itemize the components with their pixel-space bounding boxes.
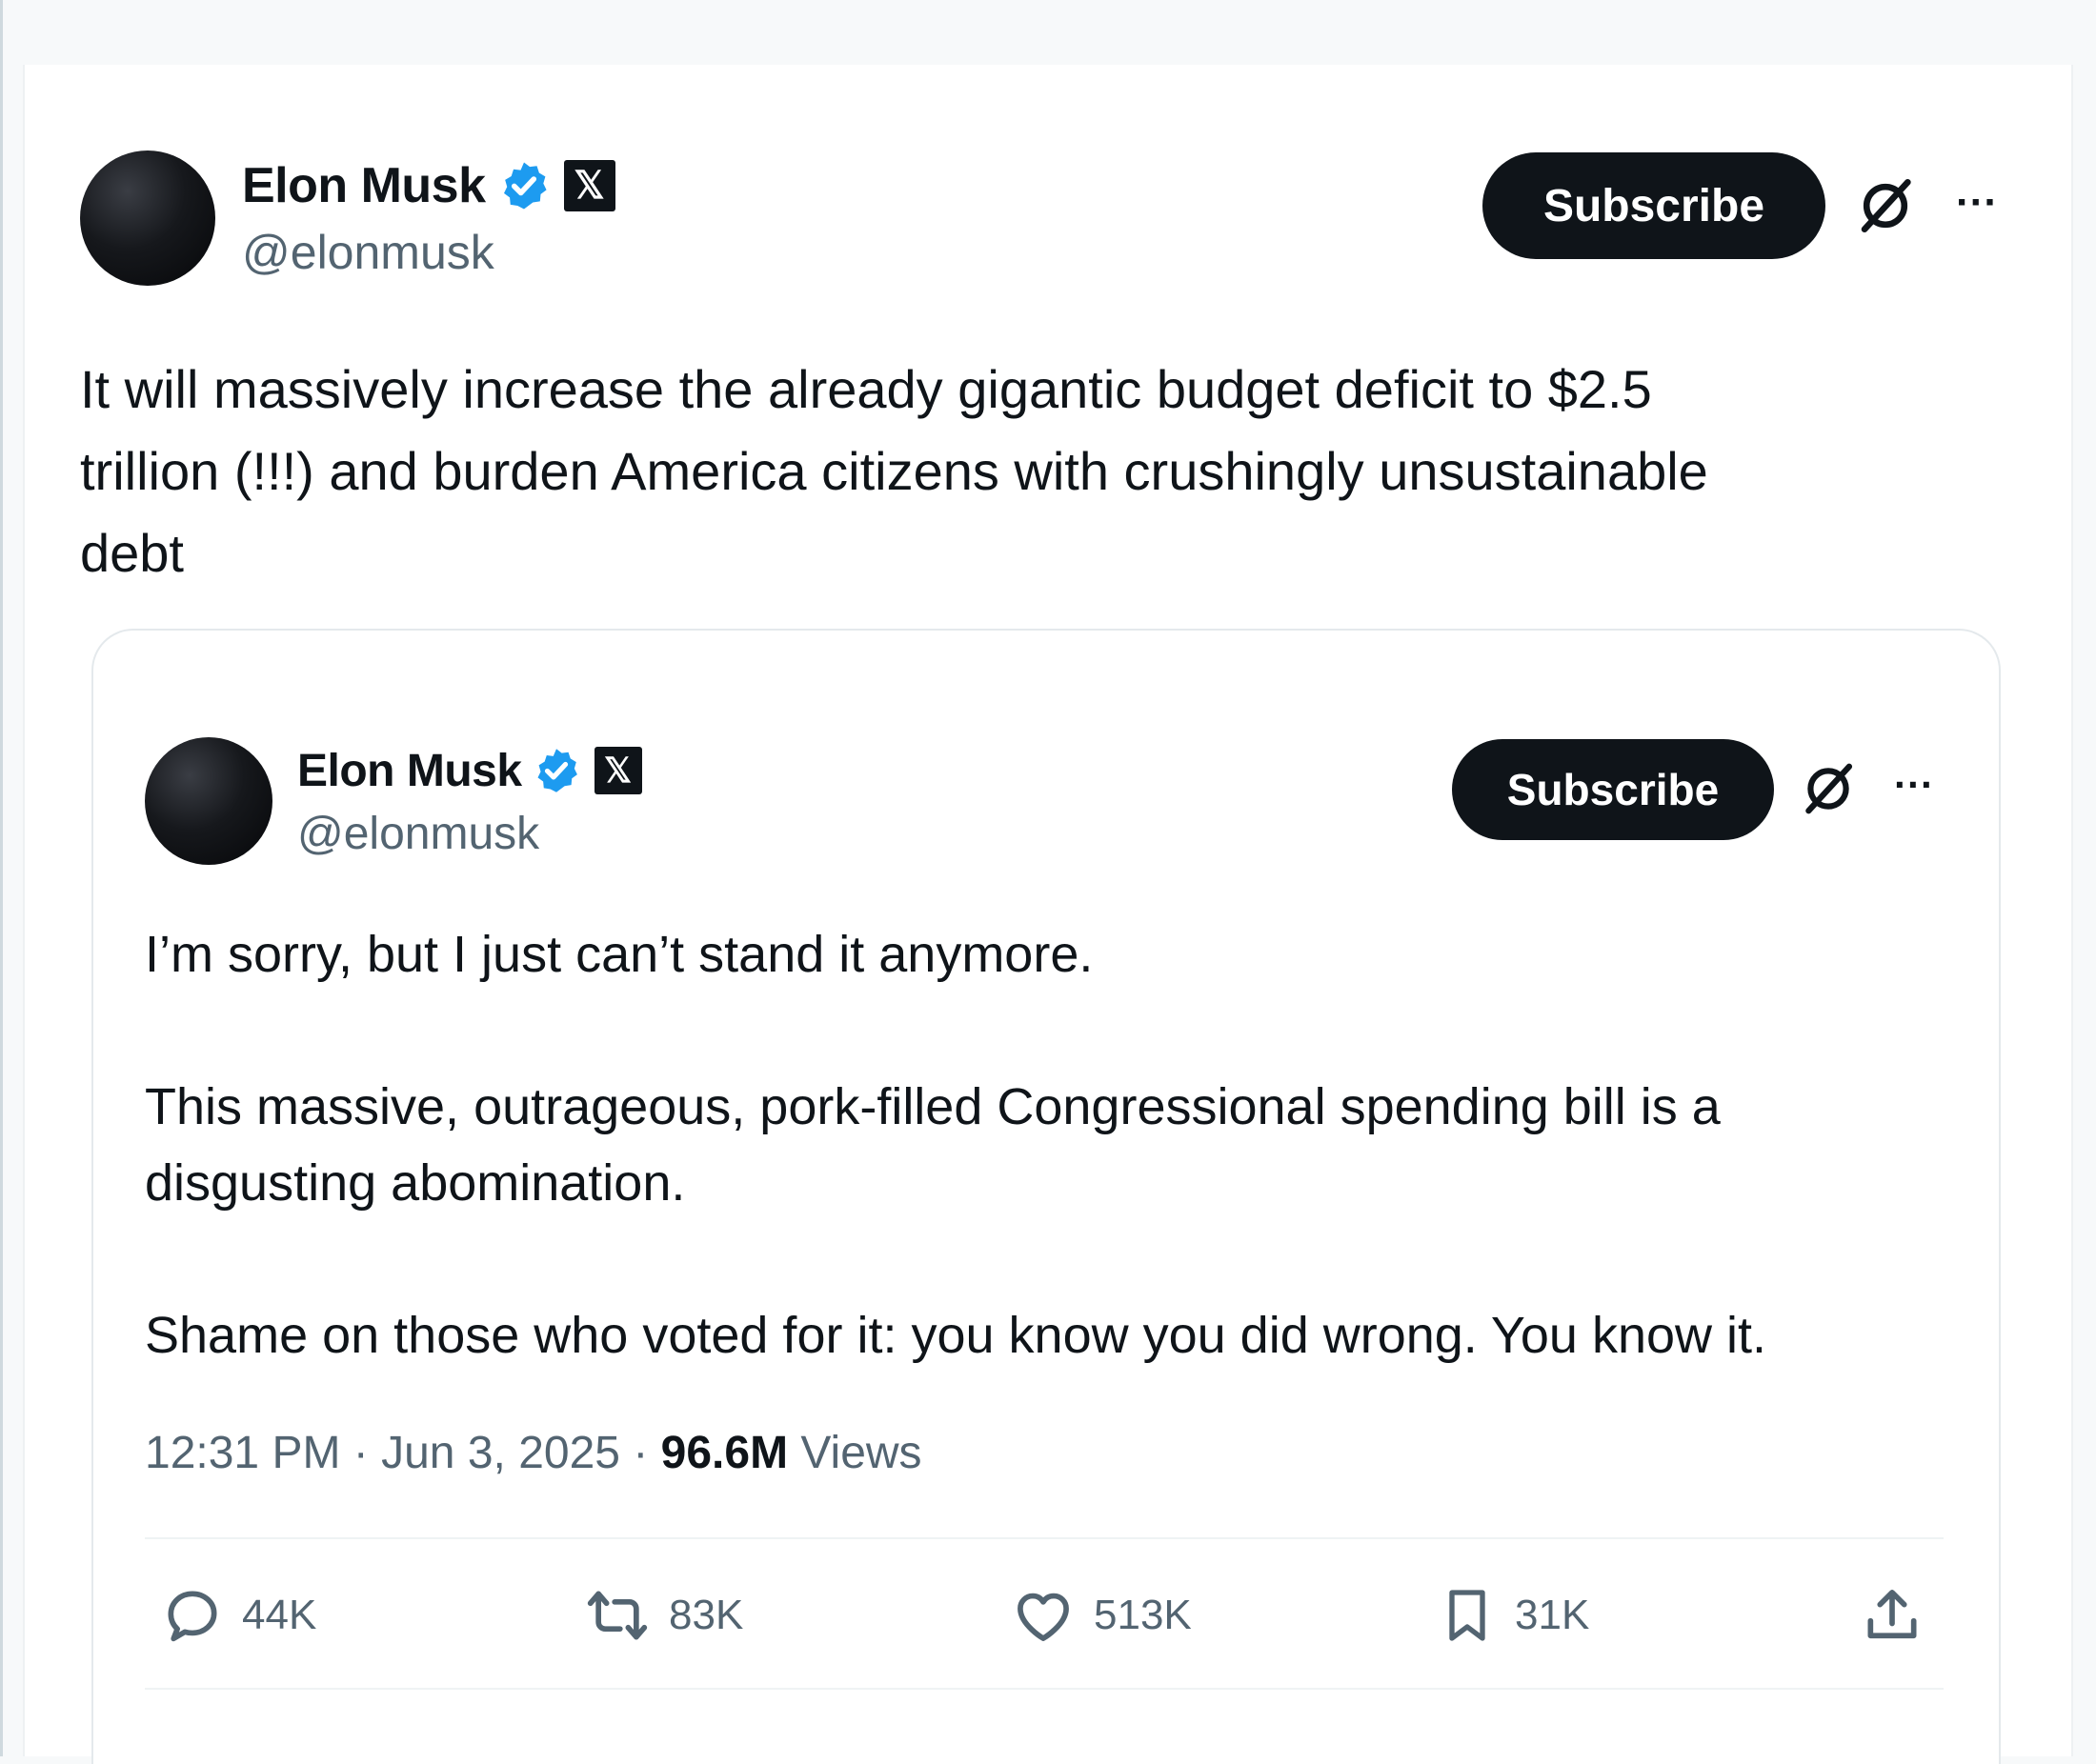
meta-separator: · (619, 1428, 661, 1478)
grok-icon[interactable] (1852, 168, 1919, 244)
divider (145, 1537, 1944, 1539)
subscribe-button[interactable]: Subscribe (1482, 152, 1825, 259)
post-date[interactable]: Jun 3, 2025 (381, 1428, 620, 1478)
reply-button[interactable]: 44K (160, 1581, 316, 1650)
grok-icon[interactable] (1797, 752, 1860, 825)
quoted-subscribe-button[interactable]: Subscribe (1452, 739, 1774, 840)
avatar[interactable] (80, 150, 215, 286)
repost-button[interactable]: 83K (583, 1581, 743, 1650)
quoted-post-paragraph: Shame on those who voted for it: you kno… (145, 1307, 1767, 1364)
quoted-author-name-row: Elon Musk 𝕏 (297, 741, 642, 800)
bookmark-button[interactable]: 31K (1437, 1581, 1589, 1650)
post-meta: 12:31 PM · Jun 3, 2025 · 96.6M Views (145, 1427, 922, 1479)
quoted-post-paragraph: I’m sorry, but I just can’t stand it any… (145, 926, 1094, 983)
like-icon (1018, 1593, 1069, 1641)
verified-icon[interactable] (497, 159, 551, 212)
post-time[interactable]: 12:31 PM (145, 1428, 340, 1478)
author-name[interactable]: Elon Musk (242, 157, 486, 214)
page-edge (0, 0, 3, 1756)
views-count[interactable]: 96.6M (661, 1428, 788, 1478)
quoted-author-handle[interactable]: @elonmusk (297, 808, 539, 860)
x-badge-icon: 𝕏 (594, 747, 642, 794)
repost-count: 83K (669, 1592, 744, 1638)
repost-icon (587, 1591, 648, 1640)
like-button[interactable]: 513K (1010, 1581, 1192, 1650)
like-count: 513K (1094, 1592, 1192, 1638)
reply-count: 44K (242, 1592, 317, 1638)
quoted-post-paragraph: This massive, outrageous, pork-filled Co… (145, 1078, 1721, 1212)
more-icon[interactable]: ··· (1944, 179, 2010, 227)
author-handle[interactable]: @elonmusk (242, 225, 494, 280)
quoted-author-name[interactable]: Elon Musk (297, 745, 522, 797)
share-button[interactable] (1860, 1581, 1942, 1650)
bookmark-icon (1449, 1590, 1485, 1641)
more-icon[interactable]: ··· (1883, 762, 1945, 808)
post-text: It will massively increase the already g… (80, 359, 1708, 583)
share-icon (1867, 1590, 1917, 1639)
views-label: Views (788, 1428, 922, 1478)
bookmark-count: 31K (1515, 1592, 1590, 1638)
verified-icon[interactable] (532, 746, 581, 795)
author-name-row: Elon Musk 𝕏 (242, 154, 615, 217)
divider (145, 1688, 1944, 1690)
quoted-avatar[interactable] (145, 737, 272, 865)
x-badge-icon: 𝕏 (563, 160, 615, 211)
reply-icon (168, 1591, 217, 1642)
meta-separator: · (340, 1428, 382, 1478)
